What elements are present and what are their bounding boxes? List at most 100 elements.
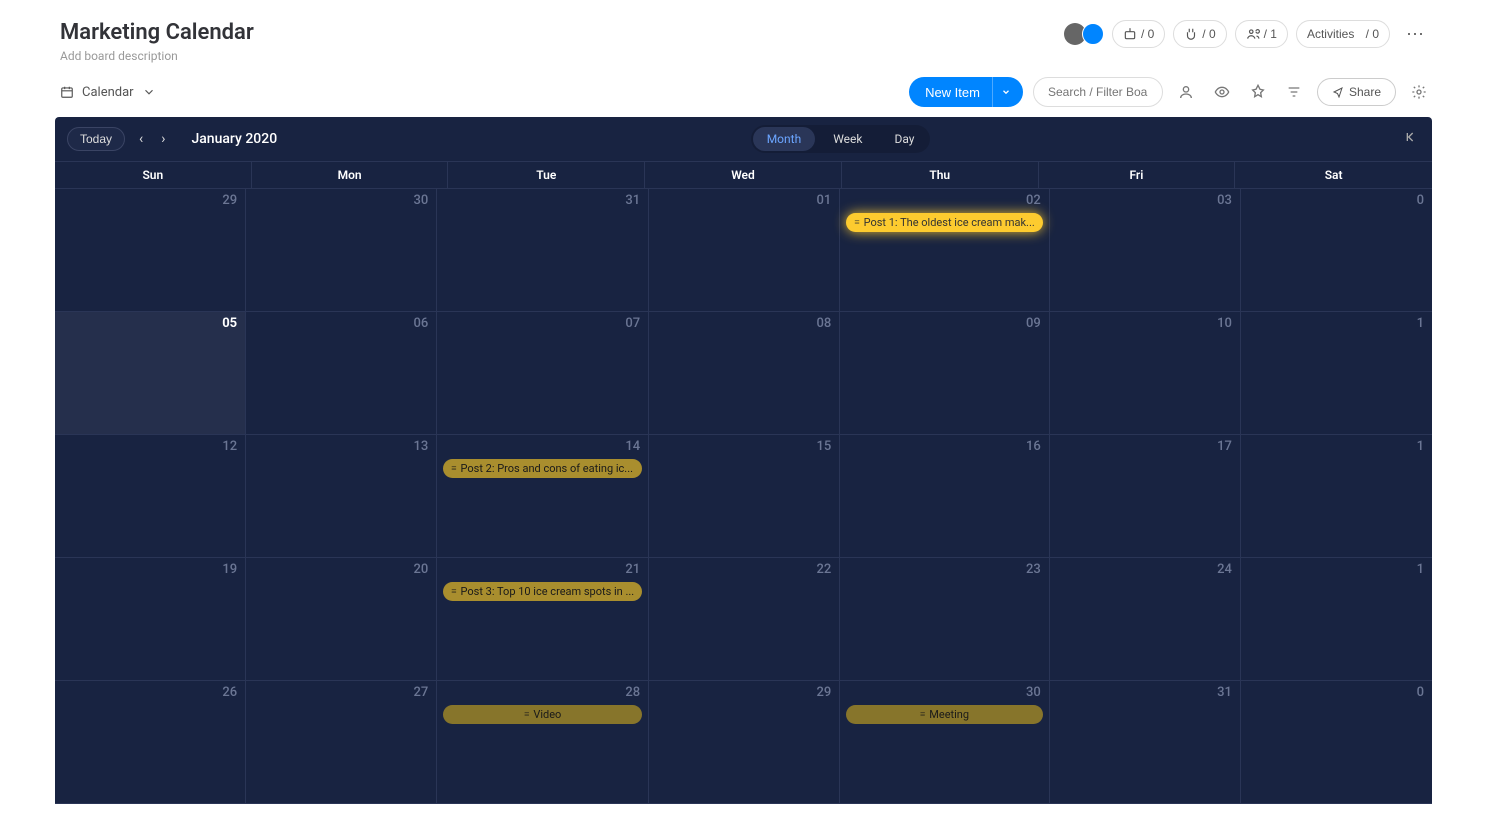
avatar bbox=[1082, 23, 1104, 45]
calendar-cell[interactable]: 31 bbox=[1050, 681, 1241, 804]
calendar-cell[interactable]: 1 bbox=[1241, 435, 1432, 558]
cell-date: 17 bbox=[1217, 439, 1232, 454]
calendar-cell[interactable]: 28 ≡ Video bbox=[437, 681, 649, 804]
cell-date: 02 bbox=[1026, 193, 1041, 208]
cell-date: 29 bbox=[222, 193, 237, 208]
cell-date: 24 bbox=[1217, 562, 1232, 577]
calendar-cell[interactable]: 14≡Post 2: Pros and cons of eating ic... bbox=[437, 435, 649, 558]
calendar-cell[interactable]: 29 bbox=[649, 681, 840, 804]
calendar-cell[interactable]: 17 bbox=[1050, 435, 1241, 558]
calendar-cell[interactable]: 30 ≡Meeting bbox=[840, 681, 1049, 804]
cell-date: 30 bbox=[1026, 685, 1041, 700]
calendar-event[interactable]: ≡Post 2: Pros and cons of eating ic... bbox=[443, 459, 642, 478]
event-title: Video bbox=[533, 708, 561, 721]
search-input[interactable] bbox=[1033, 77, 1163, 107]
calendar-event[interactable]: ≡ Video bbox=[443, 705, 642, 724]
cell-date: 1 bbox=[1417, 316, 1424, 331]
people-button[interactable]: / 1 bbox=[1235, 20, 1288, 48]
calendar-cell[interactable]: 0 bbox=[1241, 189, 1432, 312]
cell-date: 05 bbox=[222, 316, 237, 331]
next-month-button[interactable]: › bbox=[157, 131, 169, 147]
calendar-cell[interactable]: 07 bbox=[437, 312, 649, 435]
today-button[interactable]: Today bbox=[67, 127, 125, 151]
calendar-cell[interactable]: 09 bbox=[840, 312, 1049, 435]
cell-date: 07 bbox=[625, 316, 640, 331]
cell-date: 13 bbox=[413, 439, 428, 454]
calendar-cell[interactable]: 10 bbox=[1050, 312, 1241, 435]
person-filter-button[interactable] bbox=[1173, 79, 1199, 105]
avatar-group[interactable] bbox=[1068, 23, 1104, 45]
calendar-cell[interactable]: 13 bbox=[246, 435, 437, 558]
chevron-down-icon[interactable] bbox=[992, 77, 1023, 107]
cell-date: 1 bbox=[1417, 439, 1424, 454]
event-title: Post 3: Top 10 ice cream spots in ... bbox=[461, 585, 635, 598]
calendar-cell[interactable]: 02 ≡ Post 1: The oldest ice cream mak... bbox=[840, 189, 1049, 312]
calendar-cell[interactable]: 06 bbox=[246, 312, 437, 435]
cell-date: 26 bbox=[222, 685, 237, 700]
cell-date: 21 bbox=[625, 562, 640, 577]
calendar-toolbar: Today ‹ › January 2020 Month Week Day bbox=[55, 117, 1432, 161]
range-week-button[interactable]: Week bbox=[819, 127, 876, 151]
calendar-cell[interactable]: 16 bbox=[840, 435, 1049, 558]
share-button[interactable]: Share bbox=[1317, 78, 1396, 106]
calendar-grid: 2930310102≡Post 1: The oldest ice cream … bbox=[55, 189, 1432, 804]
event-icon: ≡ bbox=[524, 709, 529, 720]
cell-date: 15 bbox=[817, 439, 832, 454]
calendar-cell[interactable]: 08 bbox=[649, 312, 840, 435]
range-month-button[interactable]: Month bbox=[753, 127, 815, 151]
chevron-down-icon bbox=[142, 85, 156, 99]
event-icon: ≡ bbox=[920, 709, 925, 720]
cell-date: 01 bbox=[817, 193, 832, 208]
event-icon: ≡ bbox=[451, 463, 456, 474]
board-description-placeholder[interactable]: Add board description bbox=[60, 49, 254, 63]
activities-button[interactable]: Activities / 0 bbox=[1296, 20, 1390, 48]
calendar-cell[interactable]: 31 bbox=[437, 189, 649, 312]
more-options-button[interactable]: ⋯ bbox=[1398, 24, 1432, 45]
board-header: Marketing Calendar Add board description… bbox=[0, 0, 1492, 71]
cell-date: 1 bbox=[1417, 562, 1424, 577]
cell-date: 22 bbox=[817, 562, 832, 577]
new-item-button[interactable]: New Item bbox=[909, 77, 1023, 107]
plug-icon bbox=[1184, 27, 1198, 41]
filter-button[interactable] bbox=[1281, 79, 1307, 105]
calendar-icon bbox=[60, 85, 74, 99]
calendar-cell[interactable]: 19 bbox=[55, 558, 246, 681]
calendar-cell[interactable]: 30 bbox=[246, 189, 437, 312]
event-title: Post 1: The oldest ice cream mak... bbox=[864, 216, 1035, 229]
calendar-cell[interactable]: 27 bbox=[246, 681, 437, 804]
calendar-cell[interactable]: 22 bbox=[649, 558, 840, 681]
calendar-cell[interactable]: 15 bbox=[649, 435, 840, 558]
calendar-cell[interactable]: 05 bbox=[55, 312, 246, 435]
calendar-cell[interactable]: 23 bbox=[840, 558, 1049, 681]
view-switcher[interactable]: Calendar bbox=[60, 85, 156, 100]
cell-date: 28 bbox=[625, 685, 640, 700]
board-title[interactable]: Marketing Calendar bbox=[60, 20, 254, 45]
calendar-cell[interactable]: 1 bbox=[1241, 312, 1432, 435]
cell-date: 08 bbox=[817, 316, 832, 331]
automations-button[interactable]: / 0 bbox=[1112, 20, 1165, 48]
calendar-event[interactable]: ≡ Post 1: The oldest ice cream mak... bbox=[846, 213, 1042, 232]
calendar-cell[interactable]: 29 bbox=[55, 189, 246, 312]
calendar-cell[interactable]: 26 bbox=[55, 681, 246, 804]
collapse-sidebar-button[interactable] bbox=[1404, 129, 1420, 149]
calendar-cell[interactable]: 03 bbox=[1050, 189, 1241, 312]
calendar-cell[interactable]: 24 bbox=[1050, 558, 1241, 681]
cell-date: 16 bbox=[1026, 439, 1041, 454]
calendar-cell[interactable]: 0 bbox=[1241, 681, 1432, 804]
calendar-cell[interactable]: 01 bbox=[649, 189, 840, 312]
pin-button[interactable] bbox=[1245, 79, 1271, 105]
integrations-button[interactable]: / 0 bbox=[1173, 20, 1226, 48]
range-day-button[interactable]: Day bbox=[880, 127, 928, 151]
settings-button[interactable] bbox=[1406, 79, 1432, 105]
calendar-cell[interactable]: 20 bbox=[246, 558, 437, 681]
prev-month-button[interactable]: ‹ bbox=[135, 131, 147, 147]
calendar-event[interactable]: ≡Meeting bbox=[846, 705, 1042, 724]
calendar-cell[interactable]: 21 ≡Post 3: Top 10 ice cream spots in ... bbox=[437, 558, 649, 681]
event-icon: ≡ bbox=[854, 217, 859, 228]
day-headers: SunMonTueWedThuFriSat bbox=[55, 161, 1432, 189]
calendar-cell[interactable]: 12 bbox=[55, 435, 246, 558]
calendar-cell[interactable]: 1 bbox=[1241, 558, 1432, 681]
eye-button[interactable] bbox=[1209, 79, 1235, 105]
calendar-event[interactable]: ≡Post 3: Top 10 ice cream spots in ... bbox=[443, 582, 642, 601]
day-header: Tue bbox=[448, 162, 645, 188]
